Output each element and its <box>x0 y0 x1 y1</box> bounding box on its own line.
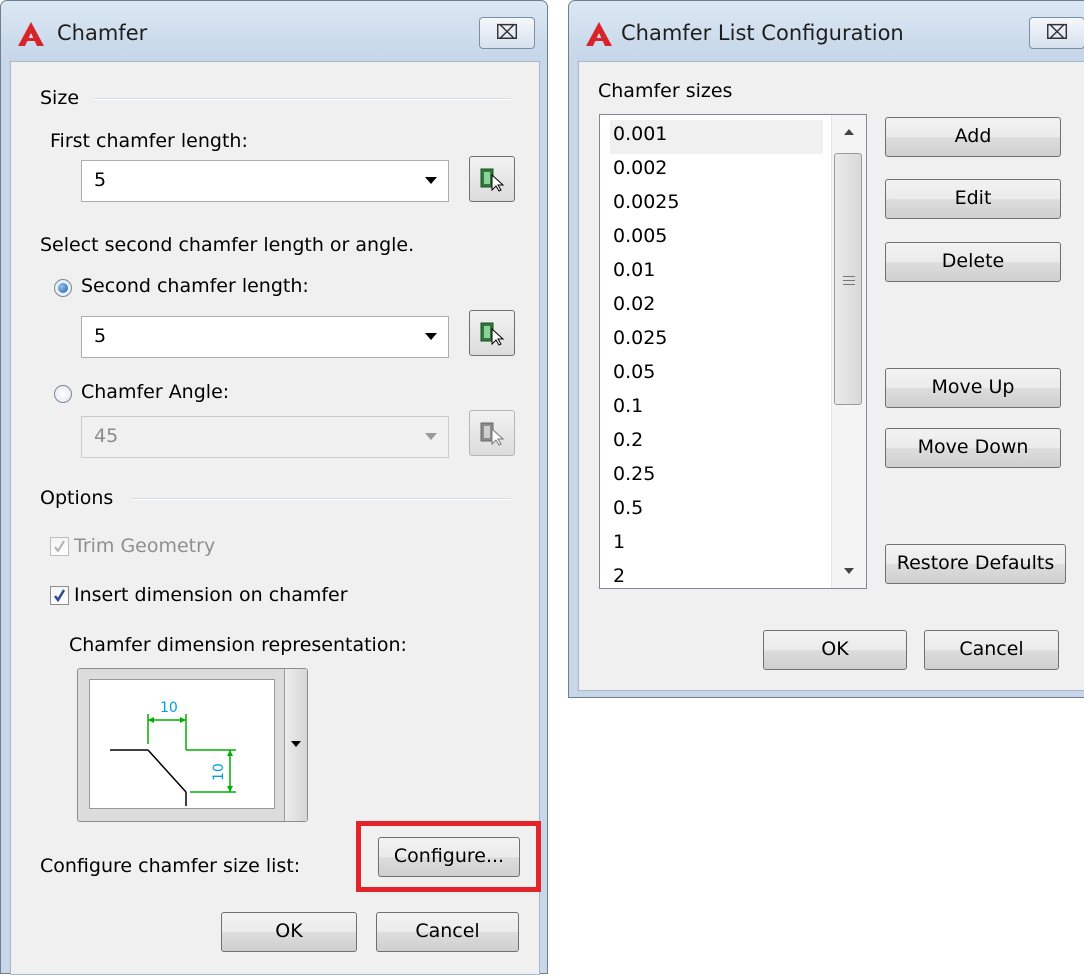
list-client-area: Chamfer sizes 0.001 0.002 0.0025 0.005 0.01 0… <box>578 61 1084 691</box>
list-item[interactable]: 1 <box>613 531 625 553</box>
close-icon: ⌧ <box>495 20 519 44</box>
chevron-down-icon[interactable] <box>414 317 448 357</box>
list-cancel-button[interactable]: Cancel <box>924 630 1059 670</box>
dimension-preview-label-side: 10 <box>211 763 227 781</box>
list-vertical-scrollbar[interactable] <box>831 115 866 588</box>
options-group-label: Options <box>40 487 114 509</box>
select-prompt-label: Select second chamfer length or angle. <box>40 234 415 256</box>
chamfer-angle-radio[interactable] <box>54 385 72 403</box>
chamfer-sizes-label: Chamfer sizes <box>598 80 733 102</box>
select-object-icon <box>480 168 505 192</box>
list-item[interactable]: 0.05 <box>613 361 655 383</box>
chevron-down-icon[interactable] <box>414 161 448 201</box>
scroll-up-icon[interactable] <box>832 115 866 149</box>
chamfer-sizes-listbox[interactable]: 0.001 0.002 0.0025 0.005 0.01 0.02 0.025 0.05 0.… <box>599 114 867 589</box>
edit-button[interactable]: Edit <box>885 179 1061 219</box>
pick-second-length-button[interactable] <box>469 310 515 356</box>
list-item[interactable]: 0.005 <box>613 225 667 247</box>
close-icon: ⌧ <box>1045 20 1069 44</box>
scroll-grip-line <box>843 280 855 281</box>
options-group-divider <box>131 498 511 500</box>
scrollbar-thumb[interactable] <box>834 153 862 405</box>
list-item[interactable]: 0.25 <box>613 463 655 485</box>
dimension-representation-picker[interactable]: 10 10 <box>77 668 308 822</box>
scroll-down-icon[interactable] <box>832 554 866 588</box>
list-item[interactable]: 0.001 <box>613 123 667 145</box>
list-title-bar[interactable]: Chamfer List Configuration ⌧ <box>569 1 1084 61</box>
chamfer-dialog: Chamfer ⌧ Size First chamfer length: 5 S… <box>0 0 548 975</box>
checkmark-icon <box>54 589 66 603</box>
autocad-logo-icon <box>18 22 44 46</box>
list-title: Chamfer List Configuration <box>621 21 904 45</box>
list-item[interactable]: 0.5 <box>613 497 643 519</box>
list-item[interactable]: 0.1 <box>613 395 643 417</box>
second-length-label[interactable]: Second chamfer length: <box>81 275 309 297</box>
select-object-icon <box>480 322 505 346</box>
pick-first-length-button[interactable] <box>469 156 515 202</box>
pick-angle-button <box>469 410 515 456</box>
first-length-combobox[interactable]: 5 <box>81 160 449 202</box>
delete-button[interactable]: Delete <box>885 242 1061 282</box>
move-up-button[interactable]: Move Up <box>885 368 1061 408</box>
list-close-button[interactable]: ⌧ <box>1029 17 1084 49</box>
insert-dimension-label[interactable]: Insert dimension on chamfer <box>74 584 348 606</box>
size-group-label: Size <box>40 87 80 109</box>
scroll-grip-icon <box>843 276 855 277</box>
second-length-radio[interactable] <box>54 279 72 297</box>
trim-geometry-label: Trim Geometry <box>74 535 216 557</box>
configure-button[interactable]: Configure... <box>378 837 520 877</box>
dimension-preview-image: 10 10 <box>89 679 275 809</box>
scroll-grip-line <box>843 284 855 285</box>
chamfer-angle-label[interactable]: Chamfer Angle: <box>81 381 229 403</box>
first-length-label: First chamfer length: <box>50 130 248 152</box>
restore-defaults-button[interactable]: Restore Defaults <box>885 544 1066 584</box>
list-item[interactable]: 2 <box>613 565 625 587</box>
list-item[interactable]: 0.2 <box>613 429 643 451</box>
dimension-preview-label-top: 10 <box>160 700 178 716</box>
insert-dimension-checkbox[interactable] <box>50 586 69 605</box>
chamfer-close-button[interactable]: ⌧ <box>479 17 535 49</box>
dimension-representation-label: Chamfer dimension representation: <box>69 634 407 656</box>
chamfer-client-area: Size First chamfer length: 5 Select seco… <box>10 61 541 975</box>
chamfer-angle-value: 45 <box>94 425 119 447</box>
list-item[interactable]: 0.002 <box>613 157 667 179</box>
chamfer-ok-button[interactable]: OK <box>221 912 357 952</box>
list-item[interactable]: 0.025 <box>613 327 667 349</box>
list-item[interactable]: 0.01 <box>613 259 655 281</box>
move-down-button[interactable]: Move Down <box>885 428 1061 468</box>
second-length-value: 5 <box>94 325 107 347</box>
chamfer-cancel-button[interactable]: Cancel <box>376 912 519 952</box>
chevron-down-icon <box>291 741 301 747</box>
add-button[interactable]: Add <box>885 117 1061 157</box>
list-ok-button[interactable]: OK <box>763 630 907 670</box>
chamfer-list-dialog: Chamfer List Configuration ⌧ Chamfer siz… <box>568 0 1084 698</box>
second-length-combobox[interactable]: 5 <box>81 316 449 358</box>
size-group-divider <box>93 98 511 100</box>
chamfer-angle-combobox: 45 <box>81 416 449 458</box>
configure-size-list-label: Configure chamfer size list: <box>40 855 301 877</box>
select-object-icon <box>480 422 505 446</box>
first-length-value: 5 <box>94 169 107 191</box>
list-item[interactable]: 0.0025 <box>613 191 679 213</box>
chamfer-title-bar[interactable]: Chamfer ⌧ <box>1 1 547 61</box>
chevron-down-icon <box>414 417 448 457</box>
list-item[interactable]: 0.02 <box>613 293 655 315</box>
trim-geometry-checkbox <box>50 537 69 556</box>
dimension-representation-dropdown[interactable] <box>284 669 307 821</box>
chamfer-title: Chamfer <box>57 21 148 45</box>
checkmark-icon <box>54 540 65 553</box>
autocad-logo-icon <box>586 22 612 46</box>
